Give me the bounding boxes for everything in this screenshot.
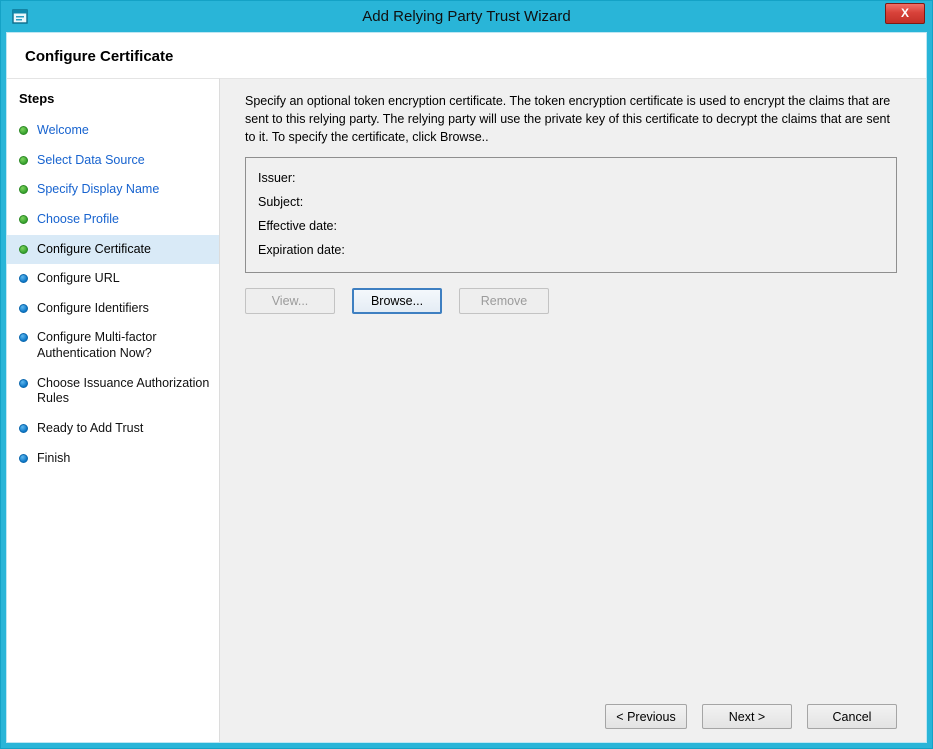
sidebar-step-finish: Finish [7, 444, 219, 474]
sidebar-step-configure-certificate: Configure Certificate [7, 235, 219, 265]
close-button[interactable]: X [885, 3, 925, 24]
certificate-details-box: Issuer: Subject: Effective date: Expirat… [245, 157, 897, 273]
steps-sidebar: Steps Welcome Select Data Source Specify D… [7, 78, 219, 742]
effective-date-label: Effective date: [258, 214, 884, 238]
next-button[interactable]: Next > [702, 704, 792, 729]
browse-button[interactable]: Browse... [352, 288, 442, 314]
wizard-window: Add Relying Party Trust Wizard X Configu… [0, 0, 933, 749]
step-status-dot [19, 215, 28, 224]
sidebar-step-select-data-source[interactable]: Select Data Source [7, 146, 219, 176]
issuer-label: Issuer: [258, 166, 884, 190]
cancel-button[interactable]: Cancel [807, 704, 897, 729]
sidebar-step-choose-issuance-authorization-rules: Choose Issuance Authorization Rules [7, 369, 219, 414]
subject-label: Subject: [258, 190, 884, 214]
view-button: View... [245, 288, 335, 314]
window-body: Configure Certificate Steps Welcome Selec… [6, 32, 927, 743]
step-status-dot [19, 156, 28, 165]
step-label: Select Data Source [37, 153, 145, 169]
sidebar-step-ready-to-add-trust: Ready to Add Trust [7, 414, 219, 444]
certificate-buttons: View... Browse... Remove [245, 288, 897, 314]
step-label: Configure URL [37, 271, 120, 287]
page-title: Configure Certificate [25, 48, 926, 65]
description-text: Specify an optional token encryption cer… [245, 93, 895, 146]
sidebar-step-welcome[interactable]: Welcome [7, 116, 219, 146]
sidebar-step-configure-url: Configure URL [7, 264, 219, 294]
step-label: Ready to Add Trust [37, 421, 143, 437]
close-icon: X [901, 6, 909, 20]
step-status-dot [19, 245, 28, 254]
step-label: Finish [37, 451, 70, 467]
step-label: Welcome [37, 123, 89, 139]
window-title: Add Relying Party Trust Wizard [6, 1, 927, 32]
step-status-dot [19, 304, 28, 313]
content-panel: Specify an optional token encryption cer… [219, 78, 926, 742]
expiration-date-label: Expiration date: [258, 238, 884, 262]
step-label: Configure Certificate [37, 242, 151, 258]
step-label: Configure Multi-factor Authentication No… [37, 330, 213, 361]
previous-button[interactable]: < Previous [605, 704, 687, 729]
steps-list: Welcome Select Data Source Specify Display… [7, 116, 219, 473]
step-status-dot [19, 333, 28, 342]
steps-heading: Steps [7, 85, 219, 116]
step-label: Choose Profile [37, 212, 119, 228]
step-status-dot [19, 274, 28, 283]
sidebar-step-configure-multi-factor-authentication-now: Configure Multi-factor Authentication No… [7, 323, 219, 368]
step-label: Choose Issuance Authorization Rules [37, 376, 213, 407]
titlebar: Add Relying Party Trust Wizard X [6, 1, 927, 32]
step-status-dot [19, 424, 28, 433]
sidebar-step-configure-identifiers: Configure Identifiers [7, 294, 219, 324]
footer-buttons: < Previous Next > Cancel [605, 704, 897, 729]
step-label: Specify Display Name [37, 182, 159, 198]
step-status-dot [19, 379, 28, 388]
remove-button: Remove [459, 288, 549, 314]
step-status-dot [19, 454, 28, 463]
step-status-dot [19, 185, 28, 194]
page-header: Configure Certificate [7, 33, 926, 78]
sidebar-step-choose-profile[interactable]: Choose Profile [7, 205, 219, 235]
step-label: Configure Identifiers [37, 301, 149, 317]
step-status-dot [19, 126, 28, 135]
main-area: Steps Welcome Select Data Source Specify D… [7, 78, 926, 742]
sidebar-step-specify-display-name[interactable]: Specify Display Name [7, 175, 219, 205]
